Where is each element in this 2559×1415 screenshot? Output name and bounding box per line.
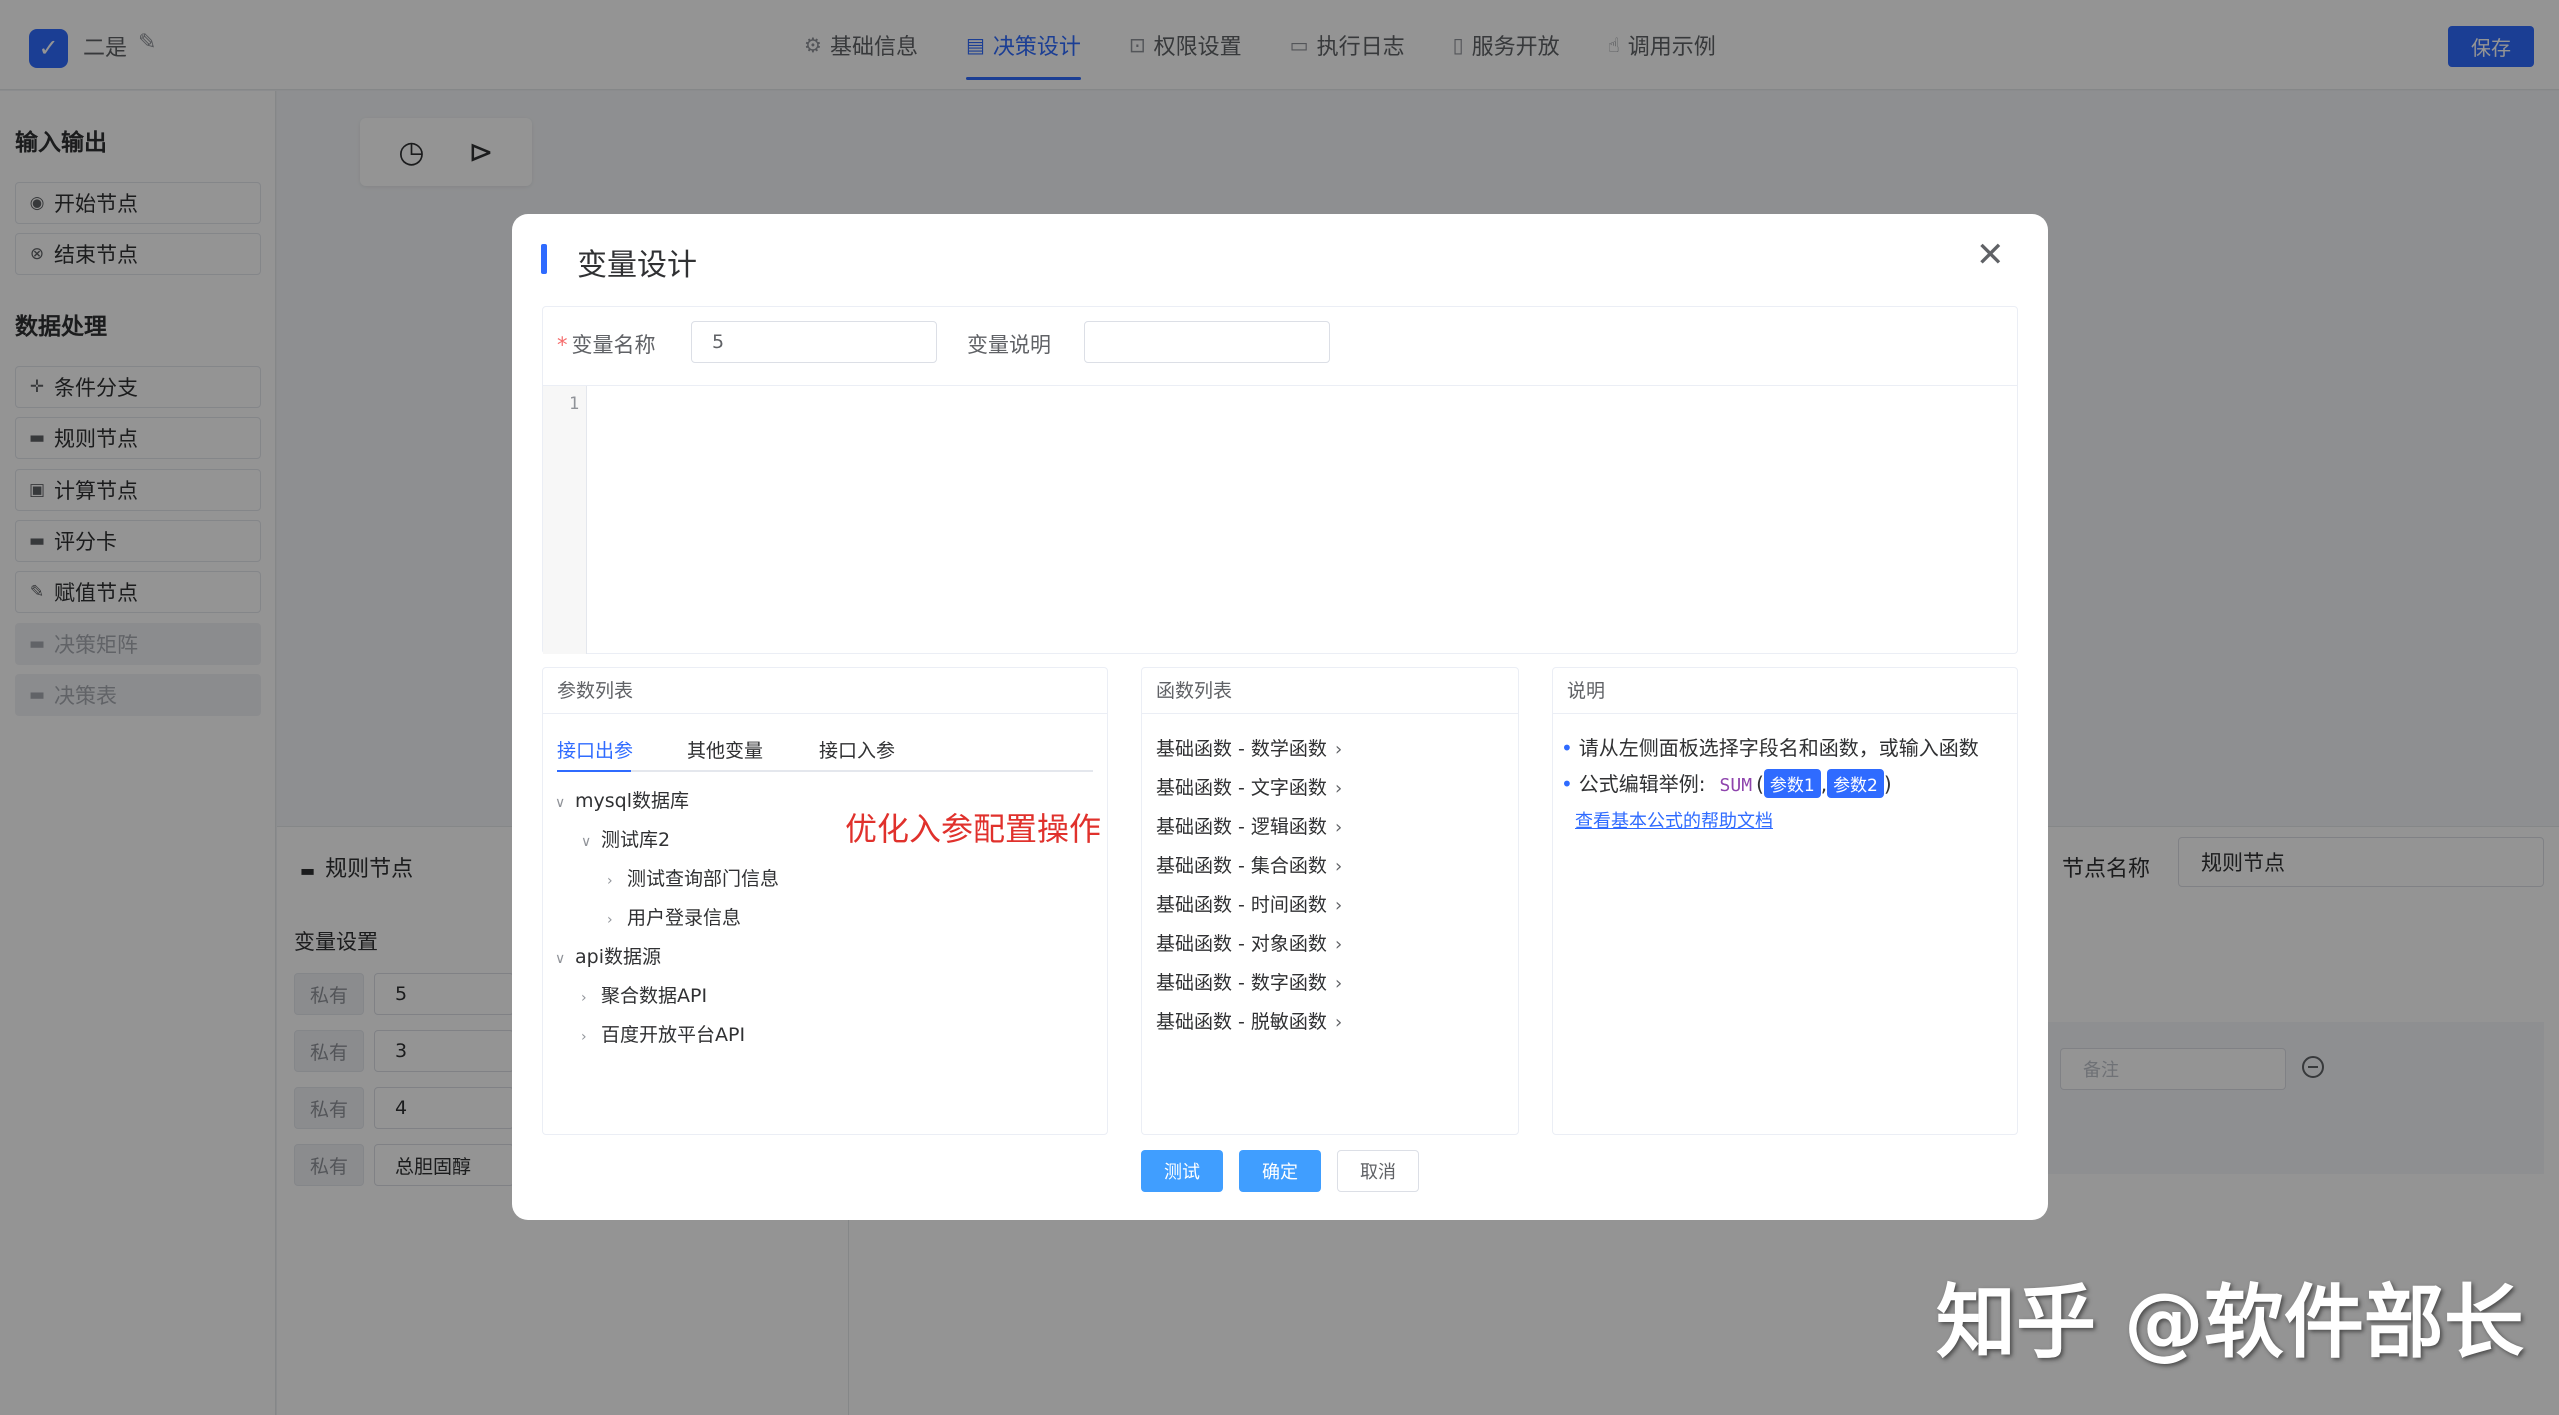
chevron-right-icon: › — [581, 1029, 587, 1045]
tree-node-label: 用户登录信息 — [627, 907, 742, 929]
title-accent-bar — [541, 244, 547, 274]
paren-close: ) — [1883, 772, 1892, 796]
function-category-label: 基础函数 - 对象函数 — [1156, 933, 1327, 955]
function-category[interactable]: 基础函数 - 集合函数 › — [1156, 851, 1342, 878]
chevron-right-icon: › — [1334, 1012, 1343, 1033]
function-category-label: 基础函数 - 脱敏函数 — [1156, 1011, 1327, 1033]
function-category[interactable]: 基础函数 - 数学函数 › — [1156, 734, 1342, 761]
example-arg-chip: 参数1 — [1763, 769, 1821, 798]
chevron-right-icon: › — [607, 912, 613, 928]
function-category-label: 基础函数 - 集合函数 — [1156, 855, 1327, 877]
help-tip: • 请从左侧面板选择字段名和函数，或输入函数 — [1561, 732, 1979, 761]
function-category[interactable]: 基础函数 - 逻辑函数 › — [1156, 812, 1342, 839]
bullet-icon: • — [1561, 736, 1573, 760]
tree-node[interactable]: › 用户登录信息 — [607, 903, 741, 930]
bullet-icon: • — [1561, 772, 1573, 796]
function-category[interactable]: 基础函数 - 文字函数 › — [1156, 773, 1342, 800]
tree-node-label: 聚合数据API — [601, 985, 708, 1007]
function-category[interactable]: 基础函数 - 对象函数 › — [1156, 929, 1342, 956]
function-category-label: 基础函数 - 数字函数 — [1156, 972, 1327, 994]
function-category[interactable]: 基础函数 - 数字函数 › — [1156, 968, 1342, 995]
paren-open: ( — [1756, 772, 1764, 796]
tab-interface-input[interactable]: 接口入参 — [819, 736, 895, 763]
help-tip-text: 请从左侧面板选择字段名和函数，或输入函数 — [1578, 736, 1979, 760]
chevron-down-icon: ∨ — [581, 834, 592, 850]
tab-other-vars[interactable]: 其他变量 — [687, 736, 763, 763]
variable-name-label: * 变量名称 — [557, 329, 656, 359]
chevron-right-icon: › — [1334, 778, 1343, 799]
function-category[interactable]: 基础函数 - 脱敏函数 › — [1156, 1007, 1342, 1034]
modal-title: 变量设计 — [577, 248, 697, 283]
help-doc-link[interactable]: 查看基本公式的帮助文档 — [1575, 807, 1773, 833]
tree-node-label: api数据源 — [575, 946, 661, 968]
formula-editor[interactable]: 1 — [543, 385, 2017, 654]
function-category[interactable]: 基础函数 - 时间函数 › — [1156, 890, 1342, 917]
annotation-text: 优化入参配置操作 — [845, 810, 1102, 848]
help-panel-title: 说明 — [1553, 668, 2017, 714]
chevron-right-icon: › — [581, 990, 587, 1006]
active-tab-indicator — [557, 770, 631, 772]
example-function: SUM — [1719, 775, 1753, 796]
help-panel: 说明 • 请从左侧面板选择字段名和函数，或输入函数 • 公式编辑举例: SUM(参数1… — [1552, 667, 2018, 1135]
function-category-label: 基础函数 - 逻辑函数 — [1156, 816, 1327, 838]
tree-node[interactable]: ∨ mysql数据库 — [555, 786, 689, 813]
chevron-down-icon: ∨ — [555, 795, 566, 811]
cancel-button[interactable]: 取消 — [1337, 1150, 1419, 1192]
tree-node-label: 测试库2 — [601, 829, 671, 851]
tree-node-label: mysql数据库 — [575, 790, 689, 812]
chevron-right-icon: › — [1334, 856, 1343, 877]
tree-node[interactable]: ∨ 测试库2 — [581, 825, 670, 852]
chevron-right-icon: › — [1334, 934, 1343, 955]
tree-node[interactable]: › 百度开放平台API — [581, 1020, 745, 1047]
required-mark: * — [557, 333, 568, 357]
params-panel-title: 参数列表 — [543, 668, 1107, 714]
chevron-right-icon: › — [1334, 973, 1343, 994]
example-arg-chip: 参数2 — [1827, 769, 1884, 798]
chevron-right-icon: › — [1334, 895, 1343, 916]
confirm-button[interactable]: 确定 — [1239, 1150, 1321, 1192]
tree-node[interactable]: › 聚合数据API — [581, 981, 707, 1008]
variable-form: * 变量名称 5 变量说明 1 — [542, 306, 2018, 654]
variable-desc-input[interactable] — [1084, 321, 1330, 363]
variable-design-modal: 变量设计 ✕ * 变量名称 5 变量说明 1 参数列表 接口出参 其他变量 接口入… — [512, 214, 2048, 1220]
variable-name-label-text: 变量名称 — [571, 333, 656, 357]
tree-node-label: 百度开放平台API — [601, 1024, 746, 1046]
function-category-label: 基础函数 - 数学函数 — [1156, 738, 1327, 760]
tab-interface-output[interactable]: 接口出参 — [557, 736, 633, 763]
variable-name-input[interactable]: 5 — [691, 321, 937, 363]
chevron-right-icon: › — [1334, 817, 1343, 838]
chevron-right-icon: › — [607, 873, 613, 889]
variable-desc-label: 变量说明 — [967, 333, 1051, 357]
functions-panel: 函数列表 基础函数 - 数学函数 › 基础函数 - 文字函数 › 基础函数 - 逻辑… — [1141, 667, 1519, 1135]
params-panel: 参数列表 接口出参 其他变量 接口入参 ∨ mysql数据库 ∨ 测试库2 › 测试查… — [542, 667, 1108, 1135]
close-icon[interactable]: ✕ — [1976, 238, 2005, 272]
watermark: 知乎 @软件部长 — [1936, 1276, 2524, 1369]
tree-node[interactable]: › 测试查询部门信息 — [607, 864, 779, 891]
editor-gutter: 1 — [543, 386, 587, 654]
functions-panel-title: 函数列表 — [1142, 668, 1518, 714]
line-number: 1 — [569, 394, 580, 414]
help-tip-text: 公式编辑举例: — [1578, 772, 1706, 796]
function-category-label: 基础函数 - 文字函数 — [1156, 777, 1327, 799]
chevron-down-icon: ∨ — [555, 951, 566, 967]
params-tabs: 接口出参 其他变量 接口入参 — [557, 728, 1093, 772]
test-button[interactable]: 测试 — [1141, 1150, 1223, 1192]
tree-node[interactable]: ∨ api数据源 — [555, 942, 661, 969]
help-tip: • 公式编辑举例: SUM(参数1, 参数2) — [1561, 768, 1892, 798]
function-category-label: 基础函数 - 时间函数 — [1156, 894, 1327, 916]
tree-node-label: 测试查询部门信息 — [627, 868, 780, 890]
chevron-right-icon: › — [1334, 739, 1343, 760]
